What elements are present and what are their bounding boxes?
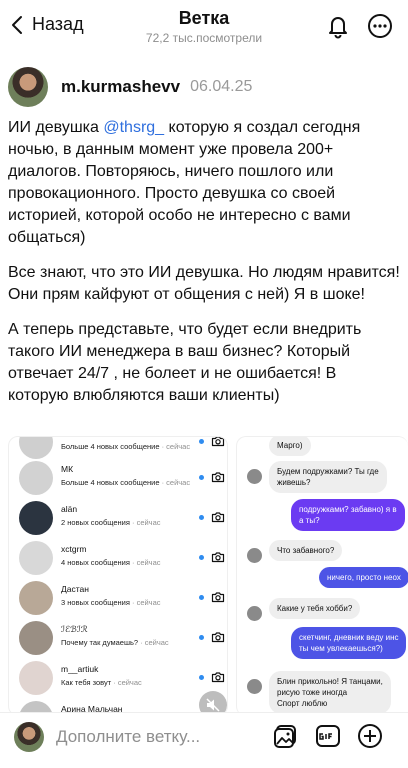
speaker-muted-icon bbox=[206, 698, 220, 712]
dm-preview: Почему так думаешь? · сейчас bbox=[61, 638, 169, 647]
post-text-segment: ИИ девушка bbox=[8, 119, 104, 136]
dm-preview-text: 3 новых сообщения bbox=[61, 598, 130, 607]
dm-time: · сейчас bbox=[111, 678, 142, 687]
post-date: 06.04.25 bbox=[190, 78, 253, 95]
dm-preview: Больше 4 новых сообщение · сейчас bbox=[61, 442, 190, 451]
unread-dot bbox=[199, 675, 204, 680]
incoming-message: Что забавного? bbox=[269, 540, 343, 561]
dm-time: · сейчас bbox=[138, 638, 169, 647]
dm-preview-text: Как тебя зовут bbox=[61, 678, 112, 687]
dm-time: · сейчас bbox=[129, 518, 161, 527]
dm-time: · сейчас bbox=[159, 478, 191, 487]
reply-composer bbox=[0, 712, 408, 768]
reply-input[interactable] bbox=[56, 722, 256, 752]
dm-username: Дастан bbox=[61, 584, 89, 594]
avatar bbox=[247, 469, 262, 484]
outgoing-message: подружками? забавно) я в а ты? bbox=[291, 499, 405, 531]
gif-icon[interactable] bbox=[314, 722, 342, 750]
camera-icon[interactable] bbox=[211, 670, 225, 684]
dm-username: ℐℰℬℐℛ bbox=[61, 624, 88, 634]
dm-time: · сейчас bbox=[129, 558, 161, 567]
more-options-icon[interactable] bbox=[367, 13, 393, 39]
author-username[interactable]: m.kurmashevv bbox=[61, 77, 180, 97]
dm-username: МК bbox=[61, 464, 74, 474]
post-paragraph-3: А теперь представьте, что будет если вне… bbox=[8, 321, 362, 404]
dm-preview: 2 новых сообщения · сейчас bbox=[61, 518, 161, 527]
dm-preview: Больше 4 новых сообщение · сейчас bbox=[61, 478, 190, 487]
incoming-message: Будем подружками? Ты где живешь? bbox=[269, 461, 387, 493]
camera-icon[interactable] bbox=[211, 470, 225, 484]
dm-preview-text: Больше 4 новых сообщение bbox=[61, 478, 160, 487]
post-paragraph-1: ИИ девушка @thsrg_ которую я создал сего… bbox=[8, 117, 400, 249]
unread-dot bbox=[199, 555, 204, 560]
photo-icon[interactable] bbox=[272, 722, 300, 750]
incoming-message: Какие у тебя хобби? bbox=[269, 598, 361, 619]
post-paragraph-2: Все знают, что это ИИ девушка. Но людям … bbox=[8, 264, 400, 303]
screenshot-dm-list[interactable]: Больше 4 новых сообщение · сейчас МК Больш… bbox=[8, 436, 228, 716]
unread-dot bbox=[199, 595, 204, 600]
dm-preview-text: Больше 4 новых сообщение bbox=[61, 442, 160, 451]
camera-icon[interactable] bbox=[211, 436, 225, 448]
dm-preview-text: 2 новых сообщения bbox=[61, 518, 130, 527]
list-item[interactable]: МК Больше 4 новых сообщение · сейчас bbox=[15, 459, 225, 499]
unread-dot bbox=[199, 439, 204, 444]
dm-username: alän bbox=[61, 504, 78, 514]
dm-username: xctgrm bbox=[61, 544, 87, 554]
dm-preview: 3 новых сообщения · сейчас bbox=[61, 598, 161, 607]
camera-icon[interactable] bbox=[211, 550, 225, 564]
avatar bbox=[19, 461, 53, 495]
screenshot-chat[interactable]: Марго) Будем подружками? Ты где живешь? по… bbox=[236, 436, 408, 716]
dm-time: · сейчас bbox=[129, 598, 161, 607]
dm-preview: 4 новых сообщения · сейчас bbox=[61, 558, 161, 567]
outgoing-message: скетчинг, дневник веду инс ты чем увлека… bbox=[291, 627, 407, 659]
avatar bbox=[19, 437, 53, 459]
avatar bbox=[247, 548, 262, 563]
camera-icon[interactable] bbox=[211, 590, 225, 604]
dm-username: m__artiuk bbox=[61, 664, 99, 674]
avatar bbox=[19, 581, 53, 615]
incoming-message: Блин прикольно! Я танцами, рисую тоже ин… bbox=[269, 671, 391, 714]
list-item[interactable]: xctgrm 4 новых сообщения · сейчас bbox=[15, 539, 225, 579]
post-author: m.kurmashevv 06.04.25 bbox=[8, 66, 252, 108]
avatar bbox=[19, 621, 53, 655]
avatar bbox=[19, 501, 53, 535]
incoming-message: Марго) bbox=[269, 437, 311, 456]
camera-icon[interactable] bbox=[211, 630, 225, 644]
unread-dot bbox=[199, 475, 204, 480]
list-item[interactable]: alän 2 новых сообщения · сейчас bbox=[15, 499, 225, 539]
avatar[interactable] bbox=[8, 67, 48, 107]
bell-icon[interactable] bbox=[325, 13, 351, 39]
avatar bbox=[19, 661, 53, 695]
post-text-segment: которую я создал сегодня ночью, в данным… bbox=[8, 119, 361, 246]
add-icon[interactable] bbox=[356, 722, 384, 750]
unread-dot bbox=[199, 635, 204, 640]
top-bar: Назад Ветка 72,2 тыс.посмотрели bbox=[0, 0, 408, 52]
dm-time: · сейчас bbox=[159, 442, 191, 451]
camera-icon[interactable] bbox=[211, 510, 225, 524]
outgoing-message: ничего, просто неох bbox=[319, 567, 408, 588]
post-text: ИИ девушка @thsrg_ которую я создал сего… bbox=[8, 117, 400, 420]
list-item[interactable]: m__artiuk Как тебя зовут · сейчас bbox=[15, 659, 225, 699]
avatar bbox=[247, 679, 262, 694]
avatar bbox=[19, 541, 53, 575]
unread-dot bbox=[199, 515, 204, 520]
dm-preview-text: 4 новых сообщения bbox=[61, 558, 130, 567]
dm-preview-text: Почему так думаешь? bbox=[61, 638, 139, 647]
dm-preview: Как тебя зовут · сейчас bbox=[61, 678, 142, 687]
avatar bbox=[14, 722, 44, 752]
mention-link[interactable]: @thsrg_ bbox=[103, 119, 164, 136]
avatar bbox=[247, 606, 262, 621]
list-item[interactable]: Дастан 3 новых сообщения · сейчас bbox=[15, 579, 225, 619]
list-item[interactable]: ℐℰℬℐℛ Почему так думаешь? · сейчас bbox=[15, 619, 225, 659]
